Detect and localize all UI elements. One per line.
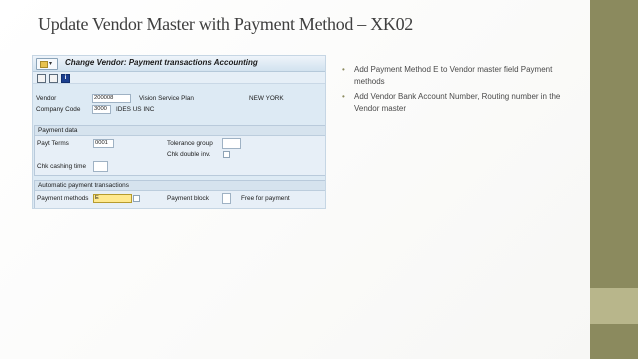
payment-data-group-title: Payment data [35,126,325,136]
dropdown-arrow-icon: ▾ [49,61,53,67]
chk-cashing-time-label: Chk cashing time [37,163,87,170]
sap-toolbar: i [33,72,325,84]
auto-payment-group: Automatic payment transactions Payment m… [34,180,325,208]
vendor-field[interactable]: 200008 [92,94,131,103]
payment-methods-lookup-button[interactable] [133,195,140,202]
company-code-label: Company Code [36,106,81,113]
vendor-label: Vendor [36,95,57,102]
payment-data-group: Payment data Payt Terms 0001 Tolerance g… [34,125,325,176]
payment-methods-field[interactable]: E [93,194,132,203]
chk-double-inv-checkbox[interactable] [223,151,230,158]
sap-screenshot: ▾ Change Vendor: Payment transactions Ac… [32,55,326,209]
vendor-name: Vision Service Plan [139,95,194,102]
sap-title-bar: ▾ Change Vendor: Payment transactions Ac… [33,56,325,72]
document-icon [40,61,48,68]
bullet-item: • Add Vendor Bank Account Number, Routin… [342,92,561,113]
sap-window-title: Change Vendor: Payment transactions Acco… [65,58,258,67]
info-icon[interactable]: i [61,74,70,83]
company-code-field[interactable]: 3000 [92,105,111,114]
slide-title: Update Vendor Master with Payment Method… [38,14,414,34]
bullet-list: • Add Payment Method E to Vendor master … [338,64,583,118]
payment-block-field[interactable] [222,193,231,204]
payment-block-text: Free for payment [241,195,290,202]
auto-payment-group-title: Automatic payment transactions [35,181,325,191]
bullet-dot-icon: • [342,92,345,101]
payt-terms-label: Payt Terms [37,140,69,147]
side-band-top [590,0,638,288]
system-menu-button[interactable]: ▾ [36,58,58,70]
document-icon[interactable] [49,74,58,83]
save-icon[interactable] [37,74,46,83]
side-band-bottom [590,324,638,359]
payment-block-label: Payment block [167,195,209,202]
payment-methods-label: Payment methods [37,195,89,202]
bullet-item: • Add Payment Method E to Vendor master … [342,65,553,86]
vendor-city: NEW YORK [249,95,284,102]
chk-double-inv-label: Chk double inv. [167,151,211,158]
tolerance-group-field[interactable] [222,138,241,149]
tolerance-group-label: Tolerance group [167,140,213,147]
company-name: IDES US INC [116,106,155,113]
payt-terms-field[interactable]: 0001 [93,139,114,148]
bullet-dot-icon: • [342,65,345,74]
side-band-middle [590,288,638,324]
chk-cashing-time-field[interactable] [93,161,108,172]
